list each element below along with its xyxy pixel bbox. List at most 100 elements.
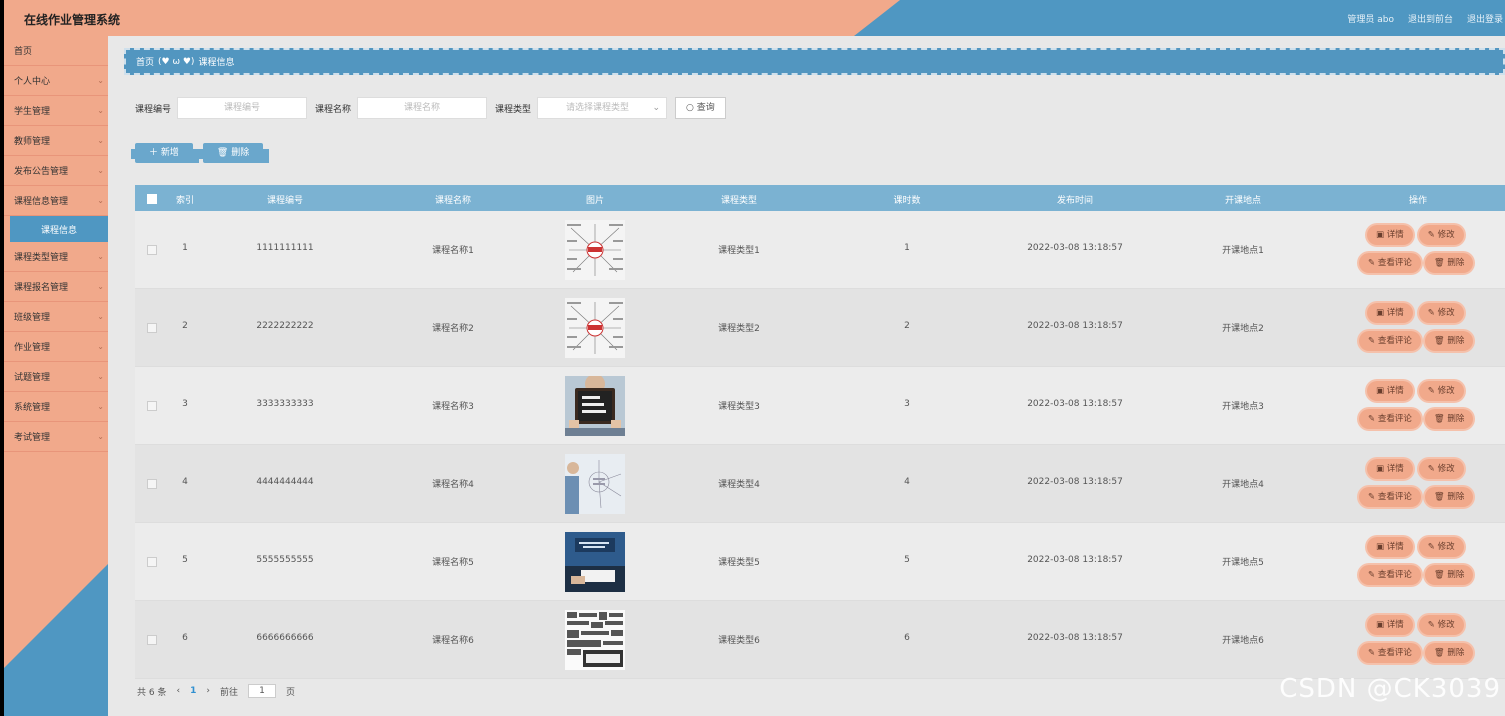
current-user: 管理员 abo xyxy=(1347,15,1394,25)
detail-button[interactable]: ▣ 详情 xyxy=(1367,303,1413,323)
detail-button[interactable]: ▣ 详情 xyxy=(1367,459,1413,479)
column-header[interactable]: 发布时间 xyxy=(1025,193,1125,206)
sidebar-item-label: 首页 xyxy=(14,47,33,57)
sidebar-item-8[interactable]: 班级管理 ⌄ xyxy=(4,302,108,332)
next-page-button[interactable]: › xyxy=(206,686,210,696)
row-checkbox[interactable] xyxy=(147,479,157,489)
row-checkbox[interactable] xyxy=(147,245,157,255)
view-comments-button[interactable]: ✎ 查看评论 xyxy=(1359,253,1421,273)
chevron-down-icon: ⌄ xyxy=(97,402,104,411)
cell-type: 课程类型6 xyxy=(718,636,760,646)
delete-button[interactable]: 🗑 删除 xyxy=(1424,565,1474,585)
sidebar-item-0[interactable]: 首页 xyxy=(4,36,108,66)
detail-button[interactable]: ▣ 详情 xyxy=(1367,615,1413,635)
sidebar-item-2[interactable]: 学生管理 ⌄ xyxy=(4,96,108,126)
course-code-input[interactable]: 课程编号 xyxy=(177,97,308,119)
cell-name: 课程名称3 xyxy=(432,402,474,412)
top-header: 在线作业管理系统 管理员 abo 退出到前台 退出登录 xyxy=(4,0,1505,36)
column-header[interactable]: 课时数 xyxy=(877,193,937,206)
logout-link[interactable]: 退出登录 xyxy=(1467,12,1503,25)
sidebar-item-11[interactable]: 系统管理 ⌄ xyxy=(4,392,108,422)
column-header[interactable]: 课程名称 xyxy=(403,193,503,206)
button-label: 删除 xyxy=(1447,414,1465,424)
pencil-icon: ✎ xyxy=(1427,620,1438,630)
edit-button[interactable]: ✎ 修改 xyxy=(1418,615,1464,635)
breadcrumb: 首页 (♥ ω ♥) 课程信息 xyxy=(124,48,1505,75)
row-actions: ▣ 详情 ✎ 修改 ✎ 查看评论 🗑 删除 xyxy=(1357,381,1487,437)
sidebar-item-4[interactable]: 发布公告管理 ⌄ xyxy=(4,156,108,186)
view-comments-button[interactable]: ✎ 查看评论 xyxy=(1359,565,1421,585)
breadcrumb-home[interactable]: 首页 xyxy=(136,55,154,68)
row-checkbox[interactable] xyxy=(147,323,157,333)
button-label: 查看评论 xyxy=(1377,570,1412,580)
sidebar-item-12[interactable]: 考试管理 ⌄ xyxy=(4,422,108,452)
course-image[interactable] xyxy=(565,376,625,436)
course-image[interactable] xyxy=(565,610,625,670)
sidebar-item-6[interactable]: 课程类型管理 ⌄ xyxy=(4,242,108,272)
column-header[interactable]: 索引 xyxy=(160,193,210,206)
document-icon: ▣ xyxy=(1376,386,1387,396)
sidebar-item-label: 试题管理 xyxy=(14,373,51,383)
row-checkbox[interactable] xyxy=(147,635,157,645)
course-image[interactable] xyxy=(565,298,625,358)
column-header[interactable]: 课程编号 xyxy=(235,193,335,206)
sidebar-subitem-course-info[interactable]: 课程信息 xyxy=(10,216,108,242)
delete-button[interactable]: 🗑 删除 xyxy=(1424,253,1474,273)
sidebar-item-1[interactable]: 个人中心 ⌄ xyxy=(4,66,108,96)
edit-button[interactable]: ✎ 修改 xyxy=(1418,381,1464,401)
sidebar-item-7[interactable]: 课程报名管理 ⌄ xyxy=(4,272,108,302)
edit-button[interactable]: ✎ 修改 xyxy=(1418,225,1464,245)
row-checkbox[interactable] xyxy=(147,401,157,411)
detail-button[interactable]: ▣ 详情 xyxy=(1367,537,1413,557)
view-comments-button[interactable]: ✎ 查看评论 xyxy=(1359,331,1421,351)
button-label: 修改 xyxy=(1437,230,1455,240)
select-all-checkbox[interactable] xyxy=(147,194,157,204)
course-image[interactable] xyxy=(565,454,625,514)
column-header[interactable]: 图片 xyxy=(565,193,625,206)
add-button[interactable]: ＋ 新增 xyxy=(131,143,199,163)
batch-delete-button[interactable]: 🗑 删除 xyxy=(198,143,270,163)
delete-button[interactable]: 🗑 删除 xyxy=(1424,487,1474,507)
goto-page-input[interactable]: 1 xyxy=(247,684,276,698)
delete-button[interactable]: 🗑 删除 xyxy=(1424,409,1474,429)
course-name-input[interactable]: 课程名称 xyxy=(357,97,488,119)
pencil-icon: ✎ xyxy=(1427,386,1438,396)
view-comments-button[interactable]: ✎ 查看评论 xyxy=(1359,487,1421,507)
query-button[interactable]: ○ 查询 xyxy=(675,97,726,119)
delete-button[interactable]: 🗑 删除 xyxy=(1424,331,1474,351)
column-header[interactable]: 开课地点 xyxy=(1203,193,1283,206)
prev-page-button[interactable]: ‹ xyxy=(176,686,180,696)
sidebar-item-label: 考试管理 xyxy=(14,433,51,443)
detail-button[interactable]: ▣ 详情 xyxy=(1367,225,1413,245)
edit-button[interactable]: ✎ 修改 xyxy=(1418,459,1464,479)
course-image[interactable] xyxy=(565,532,625,592)
view-comments-button[interactable]: ✎ 查看评论 xyxy=(1359,409,1421,429)
course-type-select[interactable]: 请选择课程类型 ⌄ xyxy=(537,97,668,119)
view-comments-button[interactable]: ✎ 查看评论 xyxy=(1359,643,1421,663)
course-table: 索引 课程编号 课程名称 图片 课程类型 课时数 发布时间 开课地点 操作 1 111111111… xyxy=(135,185,1505,679)
column-header[interactable]: 课程类型 xyxy=(689,193,789,206)
row-checkbox[interactable] xyxy=(147,557,157,567)
sidebar-item-9[interactable]: 作业管理 ⌄ xyxy=(4,332,108,362)
sidebar-item-label: 教师管理 xyxy=(14,137,51,147)
button-label: 删除 xyxy=(1447,570,1465,580)
sidebar-item-10[interactable]: 试题管理 ⌄ xyxy=(4,362,108,392)
cell-name: 课程名称6 xyxy=(432,636,474,646)
button-label: 修改 xyxy=(1437,386,1455,396)
chevron-down-icon: ⌄ xyxy=(97,136,104,145)
course-image[interactable] xyxy=(565,220,625,280)
row-actions: ▣ 详情 ✎ 修改 ✎ 查看评论 🗑 删除 xyxy=(1357,459,1487,515)
sidebar-item-3[interactable]: 教师管理 ⌄ xyxy=(4,126,108,156)
page-number-1[interactable]: 1 xyxy=(190,686,196,696)
edit-button[interactable]: ✎ 修改 xyxy=(1418,537,1464,557)
detail-button[interactable]: ▣ 详情 xyxy=(1367,381,1413,401)
edit-button[interactable]: ✎ 修改 xyxy=(1418,303,1464,323)
to-front-link[interactable]: 退出到前台 xyxy=(1408,12,1453,25)
sidebar-item-5[interactable]: 课程信息管理 ⌄ xyxy=(4,186,108,216)
delete-button[interactable]: 🗑 删除 xyxy=(1424,643,1474,663)
pencil-icon: ✎ xyxy=(1427,542,1438,552)
pencil-icon: ✎ xyxy=(1368,258,1378,268)
cell-type: 课程类型3 xyxy=(718,402,760,412)
column-header[interactable]: 操作 xyxy=(1388,193,1448,206)
button-label: 删除 xyxy=(1447,648,1465,658)
